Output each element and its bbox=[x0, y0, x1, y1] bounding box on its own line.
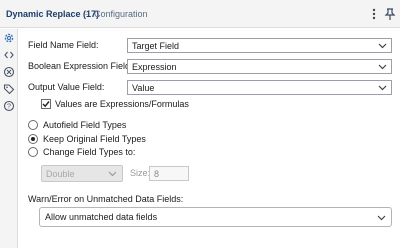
output-value-label: Output Value Field: bbox=[28, 82, 105, 92]
boolean-expression-value: Expression bbox=[132, 62, 177, 72]
radio-autofield[interactable] bbox=[28, 120, 38, 130]
radio-change-types[interactable] bbox=[28, 147, 38, 157]
chevron-down-icon bbox=[377, 214, 386, 222]
chevron-down-icon bbox=[108, 170, 117, 178]
chevron-down-icon bbox=[378, 84, 387, 92]
checkmark-icon bbox=[42, 101, 50, 108]
window-subtitle: Configuration bbox=[94, 9, 148, 19]
output-value-select[interactable]: Value bbox=[127, 80, 392, 95]
no-entry-icon[interactable] bbox=[3, 66, 15, 78]
output-value-value: Value bbox=[132, 83, 155, 93]
radio-change-types-label: Change Field Types to: bbox=[43, 147, 136, 157]
radio-keep-original-label: Keep Original Field Types bbox=[43, 134, 146, 144]
field-type-value: Double bbox=[46, 169, 75, 179]
size-input[interactable]: 8 bbox=[149, 166, 189, 181]
boolean-expression-label: Boolean Expression Field: bbox=[28, 61, 133, 71]
pin-icon[interactable] bbox=[383, 6, 397, 22]
help-icon[interactable]: ? bbox=[3, 100, 15, 112]
svg-text:?: ? bbox=[7, 104, 11, 111]
boolean-expression-select[interactable]: Expression bbox=[127, 59, 392, 74]
chevron-down-icon bbox=[378, 63, 387, 71]
sidebar: ? bbox=[0, 29, 18, 248]
radio-autofield-label: Autofield Field Types bbox=[43, 120, 127, 130]
values-are-expressions-label: Values are Expressions/Formulas bbox=[55, 99, 189, 109]
chevron-down-icon bbox=[378, 42, 387, 50]
field-type-select[interactable]: Double bbox=[41, 165, 123, 182]
radio-keep-original[interactable] bbox=[28, 134, 38, 144]
code-icon[interactable] bbox=[3, 49, 15, 61]
values-are-expressions-checkbox[interactable] bbox=[41, 99, 51, 109]
title-bar: Dynamic Replace (17) - Configuration bbox=[0, 0, 400, 28]
size-label: Size: bbox=[130, 168, 151, 178]
warn-error-value: Allow unmatched data fields bbox=[45, 212, 158, 222]
field-name-select[interactable]: Target Field bbox=[127, 38, 392, 53]
tag-icon[interactable] bbox=[3, 83, 15, 95]
title-separator: - bbox=[85, 9, 88, 19]
gear-icon[interactable] bbox=[3, 32, 15, 44]
warn-error-select[interactable]: Allow unmatched data fields bbox=[39, 207, 392, 227]
warn-error-label: Warn/Error on Unmatched Data Fields: bbox=[28, 194, 184, 204]
field-name-label: Field Name Field: bbox=[28, 40, 99, 50]
field-name-value: Target Field bbox=[132, 41, 180, 51]
size-value: 8 bbox=[154, 169, 160, 179]
more-vertical-icon[interactable] bbox=[367, 6, 381, 22]
